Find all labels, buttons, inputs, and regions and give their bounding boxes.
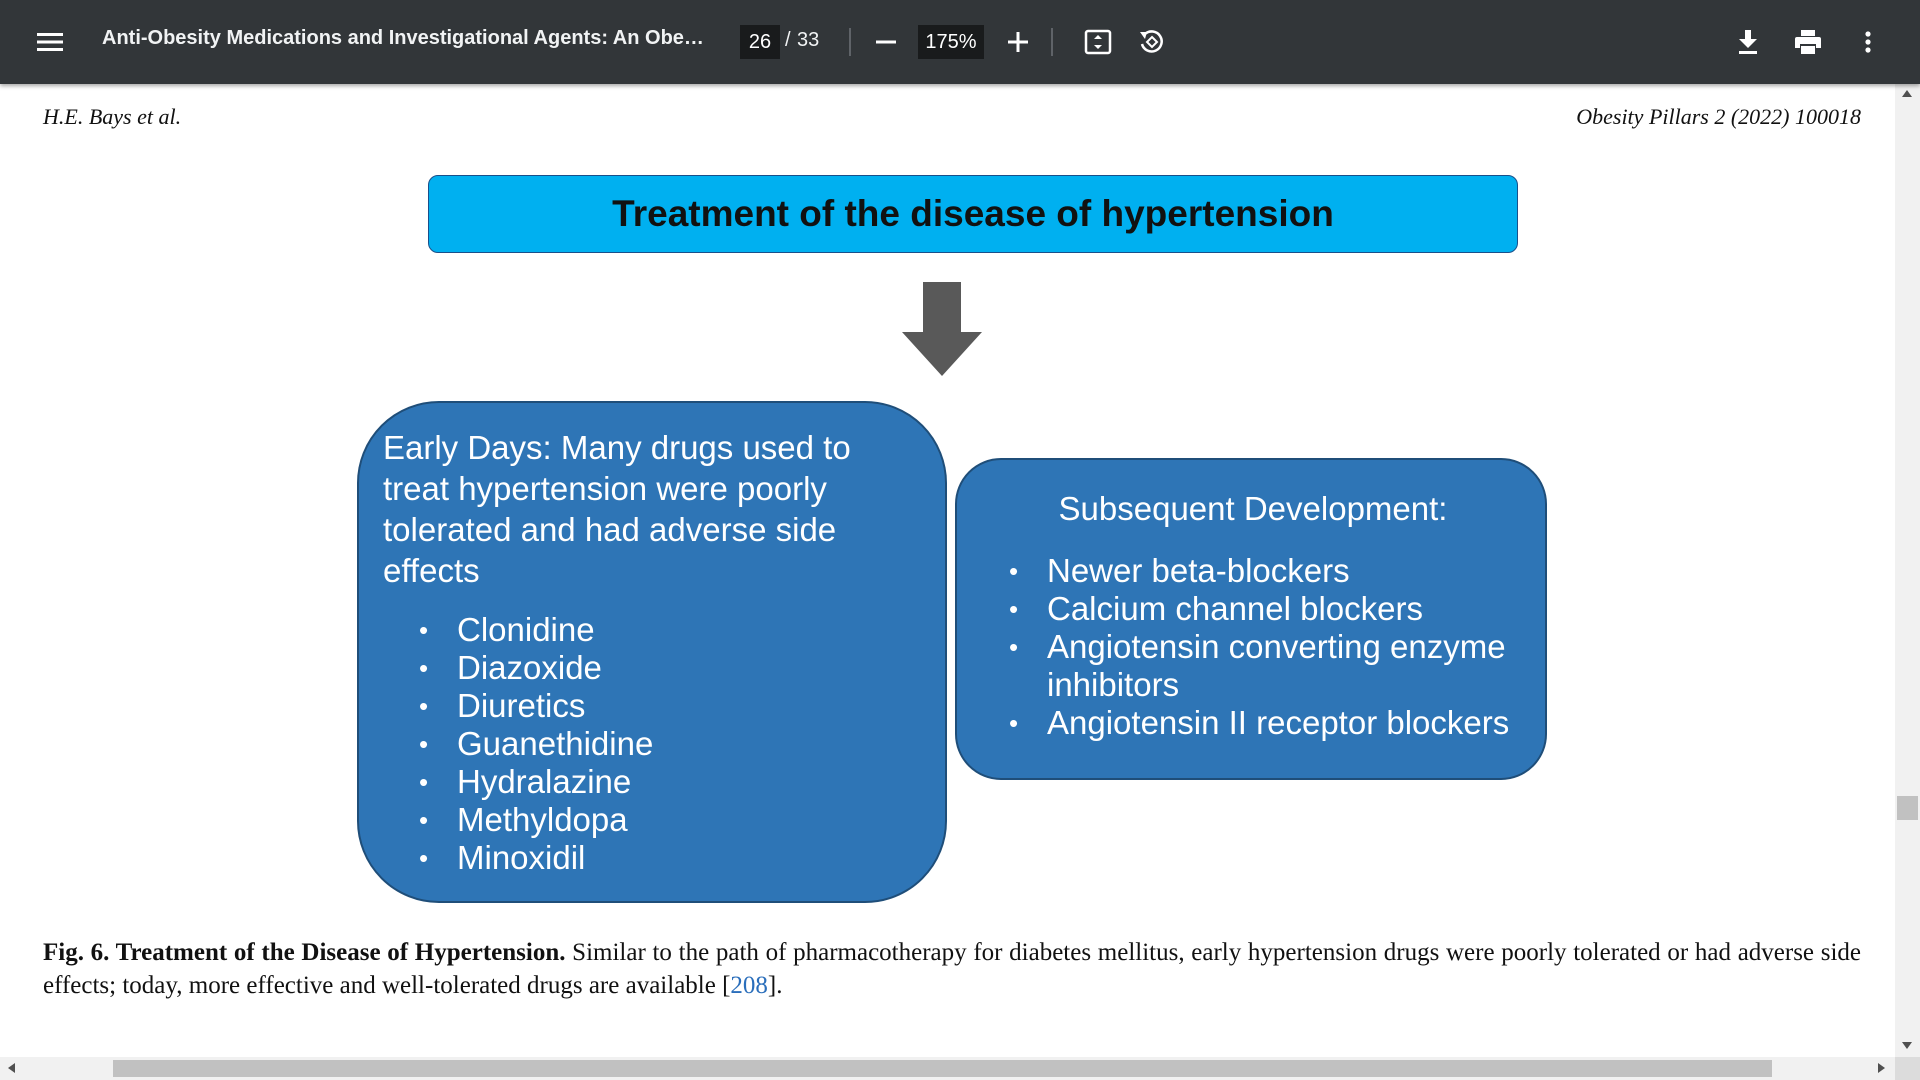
zoom-in-button[interactable]: [998, 22, 1038, 62]
download-button[interactable]: [1728, 22, 1768, 62]
list-item: • Clonidine: [419, 611, 595, 648]
hamburger-menu-icon[interactable]: [30, 22, 70, 62]
figure-caption-label: Fig. 6. Treatment of the Disease of Hype…: [43, 939, 566, 966]
horizontal-scroll-thumb[interactable]: [113, 1060, 1772, 1077]
zoom-level-input[interactable]: [918, 25, 984, 59]
scroll-down-arrow-icon[interactable]: [1902, 1042, 1912, 1049]
subsequent-development-heading: Subsequent Development:: [1058, 490, 1448, 527]
early-drugs-list: • Clonidine • Diazoxide • Diuretics • Guanet…: [359, 611, 653, 877]
scroll-left-arrow-icon[interactable]: [8, 1063, 15, 1073]
list-item: • Diazoxide: [419, 649, 602, 686]
vertical-scroll-thumb[interactable]: [1897, 796, 1918, 820]
page-header-journal: Obesity Pillars 2 (2022) 100018: [1576, 104, 1861, 129]
scrollbar-corner: [1895, 1057, 1920, 1080]
early-days-intro: Early Days: Many drugs used to treat hyp…: [383, 429, 851, 589]
pdf-toolbar: Anti-Obesity Medications and Investigati…: [0, 0, 1920, 84]
toolbar-divider: [1051, 28, 1053, 56]
minus-icon: [876, 40, 896, 44]
total-pages: 33: [797, 29, 820, 51]
list-item: • Angiotensin II receptor blockers: [1009, 704, 1510, 741]
list-item: • Diuretics: [419, 687, 586, 724]
print-button[interactable]: [1788, 22, 1828, 62]
rotate-counterclockwise-icon: [1140, 30, 1163, 53]
download-icon: [1739, 30, 1757, 54]
fit-to-page-icon: [1084, 29, 1112, 55]
rotate-button[interactable]: [1131, 22, 1171, 62]
more-vertical-icon: [1865, 31, 1871, 53]
more-options-button[interactable]: [1848, 22, 1888, 62]
down-arrow-icon: [902, 282, 982, 376]
page-number-input[interactable]: [740, 25, 780, 59]
pdf-page-view: H.E. Bays et al. Obesity Pillars 2 (2022…: [0, 84, 1920, 1080]
figure-caption-end: ].: [767, 972, 783, 999]
subsequent-development-box: Subsequent Development: • Newer beta-bloc…: [955, 458, 1547, 780]
scroll-up-arrow-icon[interactable]: [1902, 90, 1912, 97]
fit-to-page-button[interactable]: [1078, 22, 1118, 62]
newer-drugs-list: • Newer beta-blockers • Calcium channel bl…: [957, 552, 1517, 742]
page-separator: /: [785, 29, 791, 51]
toolbar-divider: [849, 28, 851, 56]
list-item: • Guanethidine: [419, 725, 654, 762]
zoom-out-button[interactable]: [866, 22, 906, 62]
figure-caption: Fig. 6. Treatment of the Disease of Hype…: [43, 936, 1861, 1002]
list-item: • Newer beta-blockers: [1009, 552, 1350, 589]
list-item: • Minoxidil: [419, 839, 586, 876]
vertical-scrollbar[interactable]: [1895, 84, 1920, 1057]
list-item: • Calcium channel blockers: [1009, 590, 1424, 627]
figure-title-box: Treatment of the disease of hypertension: [428, 175, 1518, 253]
page-header-authors: H.E. Bays et al.: [43, 104, 182, 129]
scroll-right-arrow-icon[interactable]: [1878, 1063, 1885, 1073]
list-item: • Hydralazine: [419, 763, 632, 800]
figure-title: Treatment of the disease of hypertension: [612, 193, 1334, 234]
early-days-box: Early Days: Many drugs used to treat hyp…: [357, 401, 947, 903]
list-item: • Methyldopa: [419, 801, 628, 838]
print-icon: [1795, 30, 1821, 54]
document-title: Anti-Obesity Medications and Investigati…: [102, 27, 712, 49]
horizontal-scrollbar[interactable]: [0, 1057, 1895, 1080]
plus-icon: [1008, 32, 1028, 52]
reference-link[interactable]: 208: [730, 972, 768, 999]
list-item: • Angiotensin converting enzyme inhibitor…: [1009, 628, 1506, 703]
